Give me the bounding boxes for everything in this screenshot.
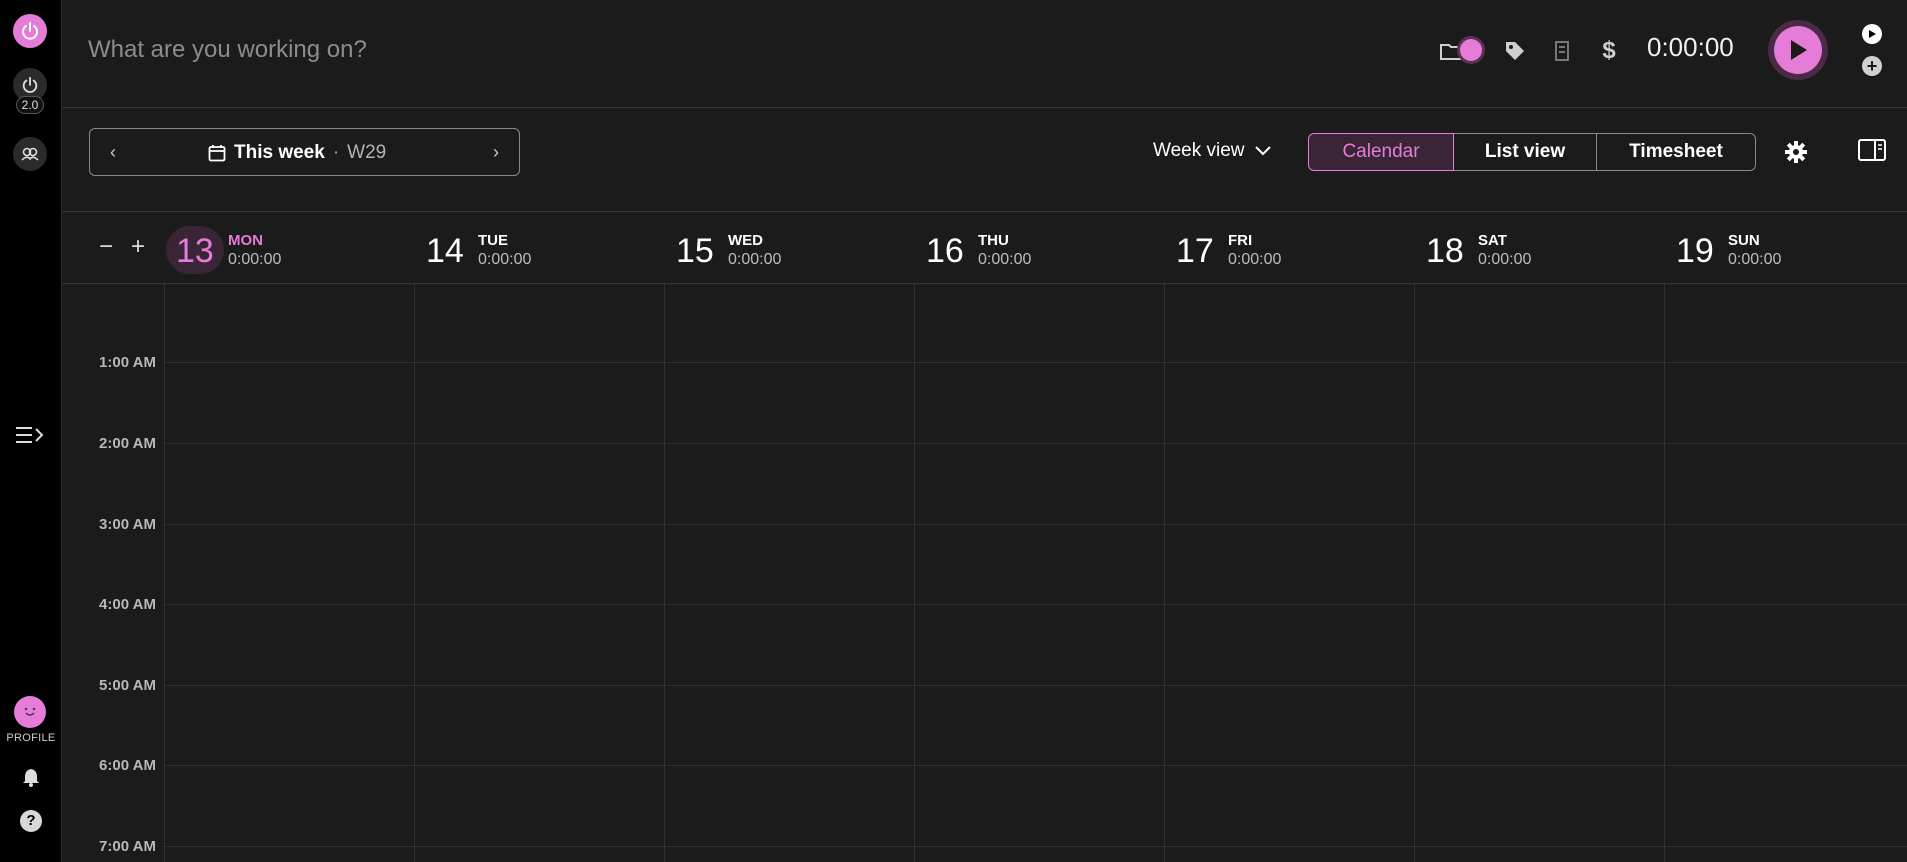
hour-label: 6:00 AM [99, 757, 156, 774]
day-name: MON [228, 232, 263, 249]
collapse-menu-icon[interactable] [14, 423, 46, 447]
day-number: 17 [1176, 232, 1214, 270]
day-name: WED [728, 232, 763, 249]
day-total: 0:00:00 [1478, 251, 1532, 268]
zoom-in-button[interactable]: + [128, 235, 148, 260]
folder-toggle-icon[interactable] [1440, 36, 1486, 64]
left-sidebar: 2.0 PROFILE ? [0, 0, 62, 862]
day-column-header: 16 THU 0:00:00 [926, 228, 1166, 274]
day-column-header: 13 MON 0:00:00 [166, 226, 416, 274]
timer-bar: $ 0:00:00 + [62, 0, 1907, 108]
day-column-header: 18 SAT 0:00:00 [1426, 228, 1666, 274]
grid-divider [1164, 284, 1165, 862]
hour-label: 4:00 AM [99, 596, 156, 613]
hour-label: 1:00 AM [99, 354, 156, 371]
grid-divider [1664, 284, 1665, 862]
chevron-right-icon[interactable]: › [485, 141, 507, 163]
hour-label: 2:00 AM [99, 435, 156, 452]
receipt-icon[interactable] [1549, 38, 1575, 64]
chevron-left-icon[interactable]: ‹ [102, 141, 124, 163]
power-icon[interactable] [13, 14, 47, 48]
hour-line [164, 846, 1907, 847]
manual-mode-button[interactable]: + [1862, 56, 1882, 76]
calendar-toolbar: ‹ This week · W29 › Week view Calendar L… [62, 108, 1907, 212]
day-column-header: 14 TUE 0:00:00 [426, 228, 666, 274]
grid-divider [414, 284, 415, 862]
timer-display: 0:00:00 [1647, 32, 1734, 62]
day-total: 0:00:00 [1228, 251, 1282, 268]
day-total: 0:00:00 [728, 251, 782, 268]
week-picker[interactable]: ‹ This week · W29 › [89, 128, 520, 176]
day-total: 0:00:00 [1728, 251, 1782, 268]
day-column-header: 17 FRI 0:00:00 [1176, 228, 1416, 274]
hour-line [164, 443, 1907, 444]
view-period-label: Week view [1153, 140, 1245, 161]
day-number: 14 [426, 232, 464, 270]
hour-line [164, 524, 1907, 525]
people-icon[interactable] [13, 137, 47, 171]
week-title: This week [234, 142, 325, 163]
profile-label[interactable]: PROFILE [0, 732, 62, 744]
day-number: 19 [1676, 232, 1714, 270]
day-total: 0:00:00 [978, 251, 1032, 268]
week-number: W29 [347, 142, 387, 163]
day-total: 0:00:00 [228, 251, 282, 268]
hour-line [164, 604, 1907, 605]
calendar-grid[interactable]: 1:00 AM 2:00 AM 3:00 AM 4:00 AM 5:00 AM … [62, 284, 1907, 862]
tag-icon[interactable] [1502, 38, 1528, 64]
week-label[interactable]: This week · W29 [208, 142, 386, 164]
tab-timesheet[interactable]: Timesheet [1597, 133, 1756, 171]
view-switcher: Calendar List view Timesheet [1308, 133, 1756, 171]
grid-divider [914, 284, 915, 862]
bell-icon[interactable] [19, 765, 43, 789]
hour-line [164, 362, 1907, 363]
description-input[interactable] [88, 30, 688, 70]
hour-line [164, 765, 1907, 766]
avatar[interactable] [14, 696, 46, 728]
grid-divider [164, 284, 165, 862]
grid-divider [664, 284, 665, 862]
week-separator: · [332, 142, 340, 163]
week-day-header: − + 13 MON 0:00:00 14 TUE 0:00:00 15 WED… [62, 212, 1907, 284]
day-total: 0:00:00 [478, 251, 532, 268]
day-number: 13 [176, 232, 214, 270]
hour-label: 7:00 AM [99, 838, 156, 855]
chevron-down-icon [1254, 146, 1271, 156]
day-column-header: 15 WED 0:00:00 [676, 228, 916, 274]
day-number: 18 [1426, 232, 1464, 270]
sidebar-panel-icon[interactable] [1858, 139, 1886, 163]
hour-line [164, 685, 1907, 686]
day-number: 16 [926, 232, 964, 270]
calendar-icon [208, 145, 226, 162]
grid-divider [1414, 284, 1415, 862]
gear-icon[interactable] [1782, 138, 1810, 166]
dollar-icon[interactable]: $ [1596, 37, 1622, 64]
tab-list-view[interactable]: List view [1454, 133, 1597, 171]
day-name: FRI [1228, 232, 1253, 249]
track-v2-button[interactable]: 2.0 [13, 68, 47, 118]
day-column-header: 19 SUN 0:00:00 [1676, 228, 1907, 274]
tab-calendar[interactable]: Calendar [1308, 133, 1454, 171]
day-number: 15 [676, 232, 714, 270]
zoom-out-button[interactable]: − [96, 235, 116, 260]
start-timer-button[interactable] [1768, 20, 1828, 80]
day-name: TUE [478, 232, 508, 249]
play-icon [1774, 26, 1822, 74]
hour-label: 5:00 AM [99, 677, 156, 694]
version-badge: 2.0 [16, 96, 44, 114]
day-name: THU [978, 232, 1009, 249]
help-icon[interactable]: ? [20, 810, 42, 832]
hour-label: 3:00 AM [99, 516, 156, 533]
day-name: SAT [1478, 232, 1507, 249]
view-period-select[interactable]: Week view [1153, 140, 1271, 162]
timer-mode-button[interactable] [1862, 24, 1882, 44]
day-name: SUN [1728, 232, 1760, 249]
